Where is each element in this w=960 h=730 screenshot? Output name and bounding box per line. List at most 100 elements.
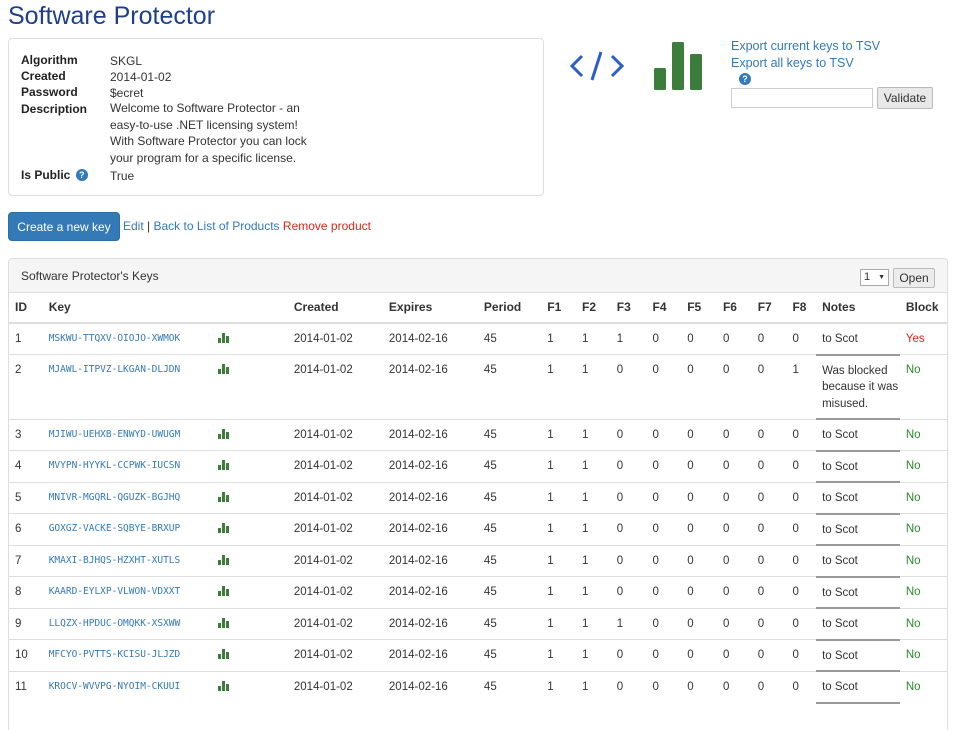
help-icon[interactable]: ? — [75, 169, 88, 181]
validate-button[interactable]: Validate — [877, 87, 933, 109]
key-stats-icon[interactable] — [218, 640, 288, 661]
feature-f8-value: 0 — [792, 460, 799, 472]
feature-f7-value-cell: 0 — [751, 607, 787, 640]
feature-f7-value: 0 — [757, 333, 765, 345]
export-current-keys-link[interactable]: Export current keys to TSV — [731, 39, 880, 53]
block-status: No — [905, 586, 921, 598]
expires-value: 2014-02-16 — [388, 554, 448, 567]
feature-f4-value: 0 — [652, 460, 659, 472]
period-value: 45 — [483, 428, 497, 441]
key-link[interactable]: KAARD-EYLXP-VLWON-VDXXT — [49, 577, 213, 597]
code-icon[interactable] — [570, 46, 624, 86]
feature-f1-value: 1 — [547, 649, 554, 661]
key-link[interactable]: MVYPN-HYYKL-CCPWK-IUCSN — [49, 451, 213, 471]
key-link-cell: KAARD-EYLXP-VLWON-VDXXT — [42, 576, 213, 608]
period-value: 45 — [483, 617, 497, 630]
expires-value-cell: 2014-02-16 — [382, 513, 478, 545]
key-link[interactable]: GOXGZ-VACKE-SQBYE-BRXUP — [49, 514, 213, 534]
feature-f4-value: 0 — [652, 617, 659, 630]
feature-f7-value: 0 — [757, 586, 765, 598]
key-link[interactable]: LLQZX-HPDUC-OMQKK-XSXWW — [49, 609, 213, 629]
key-stats-icon[interactable] — [218, 483, 288, 504]
column-header — [212, 292, 288, 324]
validate-key-input[interactable] — [731, 88, 873, 108]
expires-value-cell: 2014-02-16 — [382, 322, 478, 355]
created-value: 2014-01-02 — [293, 680, 353, 693]
table-header-row: ID Key Created Expires Period F1 F2 F3 F4 F5 F6 F7 F… — [9, 292, 947, 324]
feature-f5-value: 0 — [687, 586, 694, 598]
help-icon[interactable]: ? — [739, 73, 751, 85]
notes-value: to Scot — [822, 460, 858, 473]
table-row: 10 MFCYO-PVTTS-KCISU-JLJZD 2014-01-02 2014-… — [9, 639, 947, 672]
column-header: F8 — [786, 292, 817, 324]
key-stats-icon[interactable] — [218, 420, 288, 441]
created-value: 2014-01-02 — [293, 523, 353, 535]
key-link[interactable]: MJAWL-ITPVZ-LKGAN-DLJDN — [49, 355, 213, 375]
feature-f1-value-cell: 1 — [541, 670, 576, 703]
period-value-cell: 45 — [477, 544, 542, 577]
key-link-cell: MFCYO-PVTTS-KCISU-JLJZD — [42, 639, 213, 671]
notes-value-cell: to Scot — [816, 481, 900, 515]
notes-value: to Scot — [822, 333, 858, 345]
page-select[interactable]: 1 ▼ — [860, 269, 889, 286]
open-button[interactable]: Open — [893, 268, 935, 288]
key-link[interactable]: MFCYO-PVTTS-KCISU-JLJZD — [49, 640, 213, 660]
key-id-cell: 2 — [9, 354, 43, 419]
feature-f6-value-cell: 0 — [716, 450, 752, 482]
feature-f4-value: 0 — [652, 649, 659, 661]
key-stats-icon[interactable] — [218, 672, 288, 693]
bar-chart-icon[interactable] — [654, 40, 704, 92]
created-value-cell: 2014-01-02 — [287, 322, 383, 355]
table-row: 6 GOXGZ-VACKE-SQBYE-BRXUP 2014-01-02 2014-0… — [9, 513, 947, 546]
key-link[interactable]: KROCV-WVVPG-NYOIM-CKUUI — [49, 672, 213, 692]
key-id: 11 — [15, 680, 27, 693]
feature-f3-value: 0 — [616, 586, 624, 598]
feature-f2-value: 1 — [582, 523, 589, 535]
created-value: 2014-01-02 — [293, 428, 353, 441]
feature-f1-value: 1 — [547, 586, 554, 598]
feature-f6-value: 0 — [722, 617, 730, 630]
feature-f7-value-cell: 0 — [751, 481, 787, 514]
product-actions: Edit | Back to List of Products Remove p… — [123, 219, 371, 233]
key-stats-icon-cell — [212, 450, 288, 482]
feature-f5-value-cell: 0 — [681, 322, 717, 355]
expires-value-cell: 2014-02-16 — [382, 354, 478, 419]
feature-f4-value: 0 — [652, 491, 659, 504]
key-stats-icon[interactable] — [218, 451, 288, 472]
key-link[interactable]: KMAXI-BJHQS-HZXHT-XUTLS — [49, 546, 213, 566]
feature-f3-value: 0 — [616, 523, 624, 535]
block-status: Yes — [905, 333, 925, 345]
create-new-key-button[interactable]: Create a new key — [8, 212, 120, 241]
key-link[interactable]: MJIWU-UEHXB-ENWYD-UWUGM — [49, 420, 213, 440]
key-stats-icon[interactable] — [218, 514, 288, 535]
back-to-products-link[interactable]: Back to List of Products — [154, 219, 280, 233]
feature-f3-value-cell: 1 — [610, 607, 647, 640]
feature-f3-value-cell: 0 — [610, 576, 647, 608]
key-stats-icon[interactable] — [218, 546, 288, 567]
feature-f8-value-cell: 0 — [786, 322, 817, 355]
remove-product-link[interactable]: Remove product — [283, 219, 371, 233]
key-stats-icon[interactable] — [218, 577, 288, 598]
edit-link[interactable]: Edit — [123, 219, 144, 233]
export-all-keys-link[interactable]: Export all keys to TSV — [731, 56, 854, 70]
table-row: 8 KAARD-EYLXP-VLWON-VDXXT 2014-01-02 2014-0… — [9, 576, 947, 609]
key-stats-icon[interactable] — [218, 609, 288, 630]
description-value: Welcome to Software Protector - an easy-… — [110, 101, 307, 165]
key-stats-icon[interactable] — [218, 324, 288, 345]
feature-f6-value: 0 — [722, 333, 730, 345]
key-link[interactable]: MNIVR-MGQRL-QGUZK-BGJHQ — [49, 483, 213, 503]
feature-f8-value: 0 — [792, 617, 799, 630]
key-stats-icon[interactable] — [218, 355, 288, 376]
notes-value: to Scot — [822, 492, 858, 504]
key-link[interactable]: MSKWU-TTQXV-OIOJO-XWMOK — [49, 324, 213, 344]
feature-f2-value-cell: 1 — [576, 670, 611, 703]
key-link-cell: MVYPN-HYYKL-CCPWK-IUCSN — [42, 450, 213, 482]
feature-f8-value: 0 — [792, 523, 799, 535]
feature-f3-value-cell: 0 — [610, 544, 647, 577]
created-value-cell: 2014-01-02 — [287, 670, 383, 703]
feature-f5-value-cell: 0 — [681, 418, 717, 451]
feature-f8-value: 0 — [792, 649, 799, 661]
key-id: 10 — [15, 649, 28, 661]
period-value-cell: 45 — [477, 354, 542, 419]
feature-f5-value: 0 — [687, 428, 694, 441]
